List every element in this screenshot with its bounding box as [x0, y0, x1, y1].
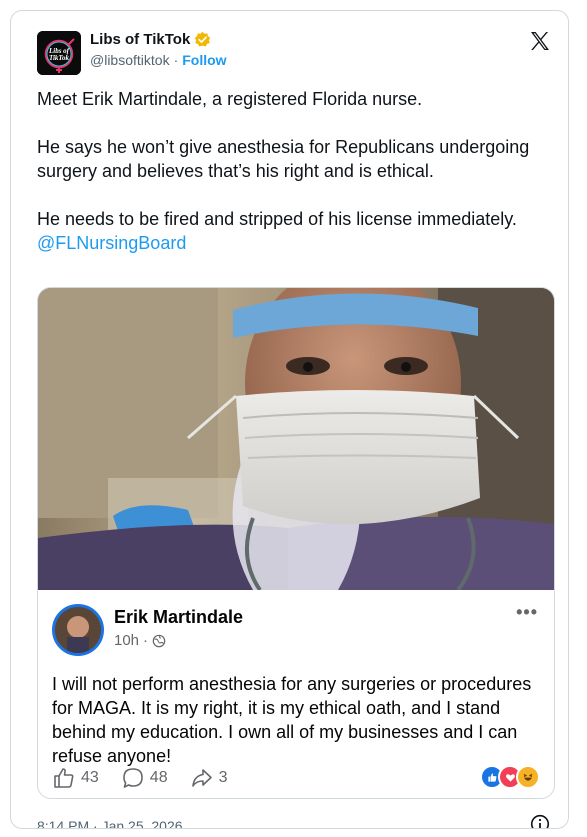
- tweet-paragraph-3: He needs to be fired and stripped of his…: [37, 207, 547, 255]
- tweet-timestamp[interactable]: 8:14 PM · Jan 25, 2026: [37, 818, 183, 828]
- author-name[interactable]: Libs of TikTok: [90, 31, 190, 48]
- tweet-paragraph-2: He says he won’t give anesthesia for Rep…: [37, 137, 530, 181]
- follow-button[interactable]: Follow: [182, 52, 226, 68]
- mention-link[interactable]: @FLNursingBoard: [37, 233, 186, 253]
- nurse-selfie-photo: [38, 288, 554, 590]
- author-handle-row: @libsoftiktok · Follow: [90, 52, 227, 68]
- more-options-icon[interactable]: •••: [516, 602, 538, 623]
- author-name-row[interactable]: Libs of TikTok: [90, 31, 211, 48]
- fb-post-meta: 10h ·: [114, 632, 166, 649]
- verified-badge-icon: [195, 31, 211, 47]
- fb-post-time[interactable]: 10h: [114, 632, 139, 649]
- comment-button[interactable]: 48: [121, 766, 168, 790]
- fb-author-avatar[interactable]: [52, 604, 104, 656]
- handle-separator: ·: [173, 52, 179, 68]
- comment-count: 48: [149, 769, 168, 786]
- libs-of-tiktok-logo-icon: Libs of TikTok: [37, 31, 81, 75]
- fb-action-bar: 43 48 3: [52, 766, 540, 790]
- fb-author-name[interactable]: Erik Martindale: [114, 607, 243, 628]
- author-handle[interactable]: @libsoftiktok: [90, 52, 170, 68]
- like-button[interactable]: 43: [52, 766, 99, 790]
- info-icon[interactable]: [530, 814, 550, 829]
- fb-meta-dot: ·: [143, 632, 149, 649]
- fb-post-text: I will not perform anesthesia for any su…: [52, 674, 532, 766]
- fb-avatar-image: [55, 607, 101, 653]
- tweet-text: Meet Erik Martindale, a registered Flori…: [37, 87, 547, 279]
- share-button[interactable]: 3: [190, 766, 228, 790]
- tweet-paragraph-3-text: He needs to be fired and stripped of his…: [37, 209, 517, 229]
- author-avatar[interactable]: Libs of TikTok: [37, 31, 81, 75]
- tweet-paragraph-1: Meet Erik Martindale, a registered Flori…: [37, 89, 423, 109]
- tweet-media[interactable]: Erik Martindale 10h · ••• I will not per…: [37, 287, 555, 799]
- thumbs-up-icon: [54, 768, 74, 788]
- comment-bubble-icon: [122, 768, 143, 788]
- share-count: 3: [218, 769, 228, 786]
- fb-reactions[interactable]: [480, 765, 540, 789]
- tweet-card: Libs of TikTok Libs of TikTok @libsoftik…: [10, 10, 569, 829]
- facebook-post: Erik Martindale 10h · ••• I will not per…: [38, 590, 554, 798]
- share-arrow-icon: [191, 769, 212, 787]
- avatar-text-line2: TikTok: [49, 54, 70, 62]
- x-logo-icon[interactable]: [528, 29, 552, 53]
- globe-icon: [152, 634, 166, 647]
- haha-reaction-icon: [516, 765, 540, 789]
- like-count: 43: [81, 769, 99, 786]
